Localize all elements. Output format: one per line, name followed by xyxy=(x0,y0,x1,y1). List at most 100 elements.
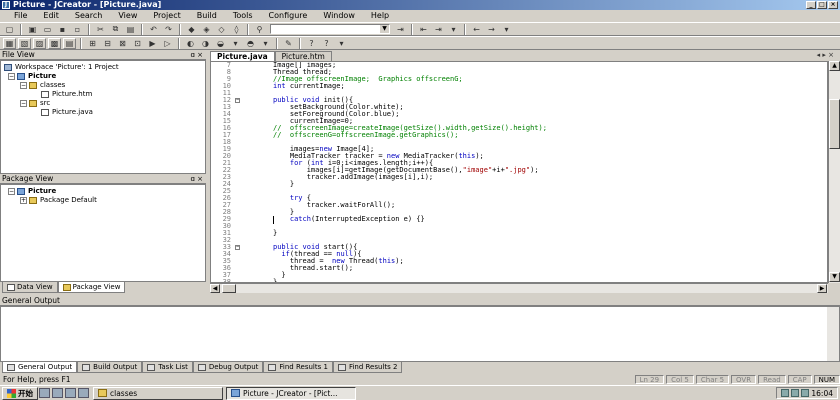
scroll-right-icon[interactable]: ▶ xyxy=(817,284,827,293)
profile-icon[interactable]: ◓ xyxy=(244,38,257,49)
tree-item-src[interactable]: − src xyxy=(20,99,50,108)
scroll-thumb[interactable] xyxy=(829,99,840,149)
compile-file-icon[interactable]: ⊞ xyxy=(86,38,99,49)
code-line[interactable]: 31} xyxy=(211,230,827,237)
bookmark-next-icon[interactable]: ◈ xyxy=(200,24,213,35)
tab-find-results-1[interactable]: Find Results 1 xyxy=(263,362,333,373)
find-icon[interactable]: ⚲ xyxy=(253,24,266,35)
fold-toggle-icon[interactable]: − xyxy=(235,98,240,103)
collapse-toggle-icon[interactable]: − xyxy=(8,73,15,80)
jdk-help-icon[interactable]: ◑ xyxy=(199,38,212,49)
comment-icon[interactable]: ✎ xyxy=(282,38,295,49)
cut-icon[interactable]: ✂ xyxy=(94,24,107,35)
minimize-button[interactable]: _ xyxy=(806,1,816,9)
tab-task-list[interactable]: Task List xyxy=(142,362,193,373)
tree-item-classes[interactable]: − classes xyxy=(20,81,65,90)
code-area[interactable]: 7 Image[] images; 8 Thread thread; 9//Image … xyxy=(210,61,828,283)
menu-configure[interactable]: Configure xyxy=(261,10,316,22)
rebuild-icon[interactable]: ⊠ xyxy=(116,38,129,49)
tray-volume-icon[interactable] xyxy=(791,389,800,397)
forward-arrow-icon[interactable]: → xyxy=(485,24,498,35)
outdent-icon[interactable]: ⇥ xyxy=(432,24,445,35)
tray-app-icon[interactable] xyxy=(801,389,810,397)
class-wizard-icon[interactable]: ◐ xyxy=(184,38,197,49)
panel-pin-close-icon[interactable]: ɑ × xyxy=(190,174,203,184)
quicklaunch-desktop-icon[interactable] xyxy=(65,388,76,398)
jcreator-app-icon[interactable]: J xyxy=(2,1,10,9)
output-view-icon[interactable]: ▨ xyxy=(33,37,46,49)
collapse-toggle-icon[interactable]: − xyxy=(20,100,27,107)
clock[interactable]: 16:04 xyxy=(811,389,833,398)
code-line[interactable]: 27 tracker.waitForAll(); xyxy=(211,202,827,209)
tree-item-picture-htm[interactable]: Picture.htm xyxy=(41,90,92,99)
context-help-icon[interactable]: ? xyxy=(305,38,318,49)
code-line[interactable]: 24 } xyxy=(211,181,827,188)
tab-debug-output[interactable]: Debug Output xyxy=(192,362,264,373)
tree-item-workspace[interactable]: Workspace 'Picture': 1 Project xyxy=(4,63,119,72)
profile-dropdown-icon[interactable]: ▾ xyxy=(259,38,272,49)
close-button[interactable]: × xyxy=(828,1,838,9)
copy-icon[interactable]: ⧉ xyxy=(109,24,122,35)
fullscreen-icon[interactable]: ▩ xyxy=(48,37,61,49)
output-text-area[interactable] xyxy=(0,306,840,362)
package-item-picture[interactable]: − Picture xyxy=(8,187,56,196)
debug-icon[interactable]: ▷ xyxy=(161,38,174,49)
bookmark-prev-icon[interactable]: ◇ xyxy=(215,24,228,35)
code-line[interactable]: 36 thread.start(); xyxy=(211,265,827,272)
stop-build-icon[interactable]: ⊡ xyxy=(131,38,144,49)
start-button[interactable]: 开始 xyxy=(2,386,38,400)
tab-picture-java[interactable]: Picture.java xyxy=(210,51,275,61)
code-line[interactable]: 30 xyxy=(211,223,827,230)
tab-data-view[interactable]: Data View xyxy=(2,282,58,293)
package-view-icon[interactable]: ▧ xyxy=(18,37,31,49)
menu-project[interactable]: Project xyxy=(145,10,188,22)
quicklaunch-mail-icon[interactable] xyxy=(52,388,63,398)
tab-build-output[interactable]: Build Output xyxy=(77,362,143,373)
jdk-tools-icon[interactable]: ◒ xyxy=(214,38,227,49)
scroll-down-icon[interactable]: ▼ xyxy=(829,272,840,282)
maximize-button[interactable]: □ xyxy=(817,1,827,9)
task-classes[interactable]: classes xyxy=(93,386,223,400)
menu-search[interactable]: Search xyxy=(67,10,110,22)
tab-picture-htm[interactable]: Picture.htm xyxy=(274,51,332,61)
collapse-toggle-icon[interactable]: − xyxy=(8,188,15,195)
quicklaunch-browser-icon[interactable] xyxy=(39,388,50,398)
code-line[interactable]: 37 } xyxy=(211,272,827,279)
tree-item-project[interactable]: − Picture xyxy=(8,72,56,81)
find-combo[interactable]: ▼ xyxy=(270,24,390,34)
paste-icon[interactable]: ▤ xyxy=(124,24,137,35)
find-next-icon[interactable]: ⇥ xyxy=(394,24,407,35)
menu-file[interactable]: File xyxy=(6,10,35,22)
scroll-up-icon[interactable]: ▲ xyxy=(829,61,840,71)
window-list-icon[interactable]: ▤ xyxy=(63,37,76,49)
collapse-toggle-icon[interactable]: − xyxy=(20,82,27,89)
expand-toggle-icon[interactable]: + xyxy=(20,197,27,204)
menu-window[interactable]: Window xyxy=(315,10,363,22)
help-dropdown-icon[interactable]: ▾ xyxy=(335,38,348,49)
tray-network-icon[interactable] xyxy=(781,389,790,397)
indent-icon[interactable]: ⇤ xyxy=(417,24,430,35)
open-folder-icon[interactable]: ▭ xyxy=(41,24,54,35)
tab-find-results-2[interactable]: Find Results 2 xyxy=(332,362,403,373)
editor-horizontal-scrollbar[interactable]: ◀ ▶ xyxy=(210,283,828,293)
fold-toggle-icon[interactable]: − xyxy=(235,245,240,250)
back-arrow-icon[interactable]: ← xyxy=(470,24,483,35)
editor-vertical-scrollbar[interactable]: ▲ ▼ xyxy=(828,61,840,283)
panel-pin-close-icon[interactable]: ɑ × xyxy=(190,50,203,60)
menu-tools[interactable]: Tools xyxy=(225,10,261,22)
new-project-icon[interactable]: ▣ xyxy=(26,24,39,35)
new-file-icon[interactable]: ▢ xyxy=(3,24,16,35)
redo-icon[interactable]: ↷ xyxy=(162,24,175,35)
menu-build[interactable]: Build xyxy=(189,10,225,22)
options-dropdown-icon[interactable]: ▾ xyxy=(447,24,460,35)
menu-view[interactable]: View xyxy=(110,10,145,22)
code-line[interactable]: 29 catch(InterruptedException e) {} xyxy=(211,216,827,223)
compile-project-icon[interactable]: ⊟ xyxy=(101,38,114,49)
bookmark-toggle-icon[interactable]: ◆ xyxy=(185,24,198,35)
package-tree[interactable]: − Picture + Package Default xyxy=(0,184,206,282)
quicklaunch-media-icon[interactable] xyxy=(78,388,89,398)
tab-general-output[interactable]: General Output xyxy=(2,362,78,373)
code-line[interactable]: 10 int currentImage; xyxy=(211,83,827,90)
editor-tab-nav-icons[interactable]: ◂ ▸ × xyxy=(817,50,834,60)
save-icon[interactable]: ▪ xyxy=(56,24,69,35)
